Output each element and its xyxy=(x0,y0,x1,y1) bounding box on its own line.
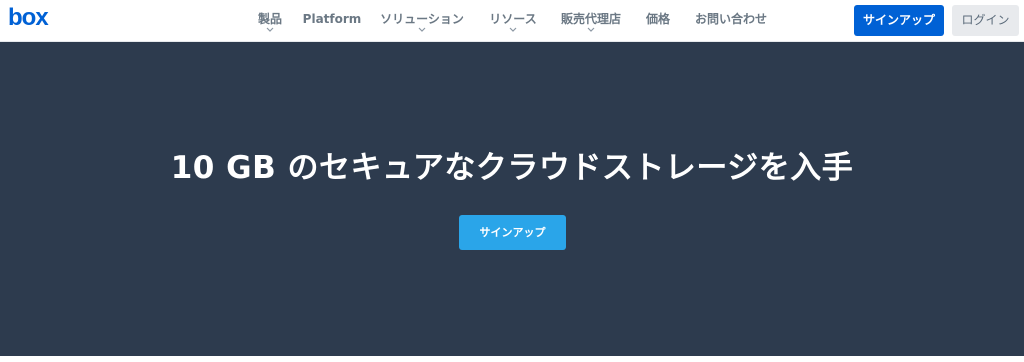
hero-signup-button[interactable]: サインアップ xyxy=(459,215,566,250)
chevron-down-icon xyxy=(509,27,517,32)
chevron-down-icon xyxy=(587,27,595,32)
signup-button[interactable]: サインアップ xyxy=(854,5,944,36)
nav-item-label: 製品 xyxy=(257,12,282,26)
nav-item-label: お問い合わせ xyxy=(694,12,767,26)
page: box 製品 Platform ソリューション リソース 販売代理店 価格 お問… xyxy=(0,0,1024,362)
chevron-down-icon xyxy=(266,27,274,32)
nav-item-label: リソース xyxy=(489,12,537,26)
chevron-down-icon xyxy=(418,27,426,32)
nav-item-label: 販売代理店 xyxy=(560,12,621,26)
nav-item-label: 価格 xyxy=(645,12,670,26)
nav-item-solutions[interactable]: ソリューション xyxy=(375,0,469,42)
hero-banner: 10 GB のセキュアなクラウドストレージを入手 サインアップ xyxy=(0,42,1024,362)
hero-title: 10 GB のセキュアなクラウドストレージを入手 xyxy=(170,150,854,186)
nav-item-pricing[interactable]: 価格 xyxy=(640,0,676,42)
nav-item-label: ソリューション xyxy=(380,12,464,26)
nav-item-contact[interactable]: お問い合わせ xyxy=(688,0,774,42)
top-nav: box 製品 Platform ソリューション リソース 販売代理店 価格 お問… xyxy=(0,0,1024,42)
nav-item-resources[interactable]: リソース xyxy=(483,0,543,42)
login-button[interactable]: ログイン xyxy=(952,5,1019,36)
nav-item-platform[interactable]: Platform xyxy=(302,0,362,42)
nav-item-resellers[interactable]: 販売代理店 xyxy=(555,0,627,42)
nav-item-label: Platform xyxy=(302,12,362,26)
nav-item-products[interactable]: 製品 xyxy=(250,0,290,42)
page-bottom-strip xyxy=(0,356,1024,362)
